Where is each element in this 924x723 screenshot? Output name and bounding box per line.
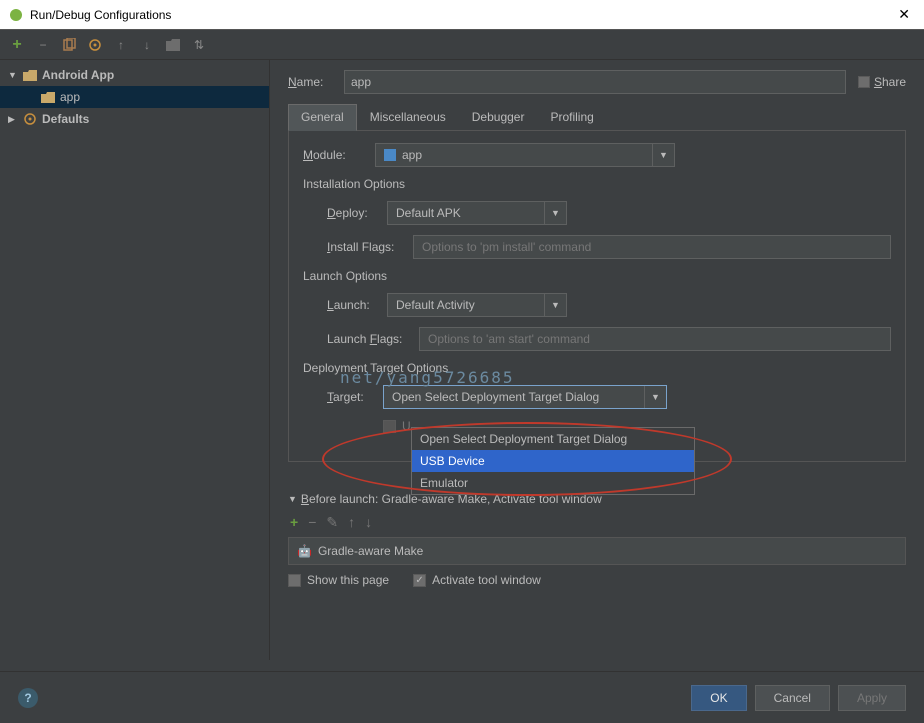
launch-flags-label: Launch Flags:: [327, 332, 419, 346]
chevron-down-icon: ▼: [644, 386, 666, 408]
tree-label: app: [60, 90, 80, 104]
launch-label: Launch:: [327, 298, 387, 312]
app-node-icon: [40, 89, 56, 105]
add-config-icon[interactable]: +: [8, 36, 26, 54]
move-down-icon[interactable]: ↓: [365, 514, 372, 531]
tab-debugger[interactable]: Debugger: [459, 104, 538, 130]
defaults-icon: [22, 111, 38, 127]
install-flags-input[interactable]: [413, 235, 891, 259]
checkbox-icon: [288, 574, 301, 587]
expand-icon: ▼: [8, 70, 22, 80]
show-page-label: Show this page: [307, 573, 389, 587]
name-input[interactable]: [344, 70, 846, 94]
checkbox-disabled-icon: [383, 420, 396, 433]
target-option-dialog[interactable]: Open Select Deployment Target Dialog: [412, 428, 694, 450]
down-arrow-icon[interactable]: ↓: [138, 36, 156, 54]
tab-general[interactable]: General: [288, 104, 357, 131]
remove-task-icon[interactable]: −: [308, 514, 316, 531]
chevron-down-icon: ▼: [544, 294, 566, 316]
expand-icon: ▶: [8, 114, 22, 125]
activate-window-label: Activate tool window: [432, 573, 541, 587]
before-launch-list[interactable]: 🤖 Gradle-aware Make: [288, 537, 906, 565]
collapse-icon: ▼: [288, 494, 297, 504]
use-same-label: U: [402, 419, 411, 433]
cancel-button[interactable]: Cancel: [755, 685, 830, 711]
up-arrow-icon[interactable]: ↑: [112, 36, 130, 54]
show-page-checkbox[interactable]: Show this page: [288, 573, 389, 587]
target-label: Target:: [327, 390, 383, 404]
name-row: Name: Share: [288, 70, 906, 94]
install-flags-row: Install Flags:: [327, 235, 891, 259]
target-row: Target: Open Select Deployment Target Di…: [327, 385, 891, 409]
tab-bar: General Miscellaneous Debugger Profiling: [288, 104, 906, 131]
target-select[interactable]: Open Select Deployment Target Dialog ▼: [383, 385, 667, 409]
app-icon: [8, 7, 24, 23]
deploy-row: Deploy: Default APK ▼: [327, 201, 891, 225]
settings-icon[interactable]: [86, 36, 104, 54]
launch-flags-input[interactable]: [419, 327, 891, 351]
activate-window-checkbox[interactable]: Activate tool window: [413, 573, 541, 587]
config-body: Module: app ▼ Installation Options Deplo…: [288, 131, 906, 462]
launch-options-label: Launch Options: [303, 269, 891, 283]
launch-select[interactable]: Default Activity ▼: [387, 293, 567, 317]
remove-config-icon[interactable]: −: [34, 36, 52, 54]
apply-button[interactable]: Apply: [838, 685, 906, 711]
android-app-icon: [22, 67, 38, 83]
right-panel: Name: Share General Miscellaneous Debugg…: [270, 60, 924, 660]
module-row: Module: app ▼: [303, 143, 891, 167]
share-checkbox[interactable]: Share: [858, 75, 906, 89]
before-launch-section: ▼ Before launch: Gradle-aware Make, Acti…: [288, 492, 906, 587]
config-toolbar: + − ↑ ↓ ⇅: [0, 30, 924, 60]
help-icon[interactable]: ?: [18, 688, 38, 708]
window-title: Run/Debug Configurations: [30, 8, 892, 22]
config-tree: ▼ Android App app ▶ Defaults: [0, 60, 270, 660]
launch-flags-row: Launch Flags:: [327, 327, 891, 351]
tab-miscellaneous[interactable]: Miscellaneous: [357, 104, 459, 130]
dialog-footer: ? OK Cancel Apply: [0, 671, 924, 723]
deployment-target-label: Deployment Target Options: [303, 361, 891, 375]
checkbox-icon: [858, 76, 870, 88]
titlebar: Run/Debug Configurations ✕: [0, 0, 924, 30]
tree-node-android-app[interactable]: ▼ Android App: [0, 64, 269, 86]
checkbox-checked-icon: [413, 574, 426, 587]
close-icon[interactable]: ✕: [892, 6, 916, 23]
before-launch-checks: Show this page Activate tool window: [288, 573, 906, 587]
add-task-icon[interactable]: +: [290, 514, 298, 531]
chevron-down-icon: ▼: [544, 202, 566, 224]
deploy-select[interactable]: Default APK ▼: [387, 201, 567, 225]
folder-icon[interactable]: [164, 36, 182, 54]
edit-task-icon[interactable]: ✎: [326, 514, 338, 531]
target-option-emulator[interactable]: Emulator: [412, 472, 694, 494]
move-up-icon[interactable]: ↑: [348, 514, 355, 531]
before-launch-toolbar: + − ✎ ↑ ↓: [288, 512, 906, 537]
tree-node-defaults[interactable]: ▶ Defaults: [0, 108, 269, 130]
tree-label: Defaults: [42, 112, 89, 126]
task-item-label: Gradle-aware Make: [318, 544, 423, 558]
module-select[interactable]: app ▼: [375, 143, 675, 167]
deploy-label: Deploy:: [327, 206, 387, 220]
sort-icon[interactable]: ⇅: [190, 36, 208, 54]
install-flags-label: Install Flags:: [327, 240, 413, 254]
launch-row: Launch: Default Activity ▼: [327, 293, 891, 317]
chevron-down-icon: ▼: [652, 144, 674, 166]
module-label: Module:: [303, 148, 375, 162]
name-label: Name:: [288, 75, 344, 89]
ok-button[interactable]: OK: [691, 685, 746, 711]
module-icon: [384, 149, 396, 161]
main-area: ▼ Android App app ▶ Defaults Name: Share…: [0, 60, 924, 660]
tree-label: Android App: [42, 68, 114, 82]
copy-config-icon[interactable]: [60, 36, 78, 54]
tree-node-app[interactable]: app: [0, 86, 269, 108]
target-option-usb[interactable]: USB Device: [412, 450, 694, 472]
gradle-icon: 🤖: [297, 544, 312, 558]
installation-options-label: Installation Options: [303, 177, 891, 191]
tab-profiling[interactable]: Profiling: [537, 104, 606, 130]
target-dropdown-popup: Open Select Deployment Target Dialog USB…: [411, 427, 695, 495]
